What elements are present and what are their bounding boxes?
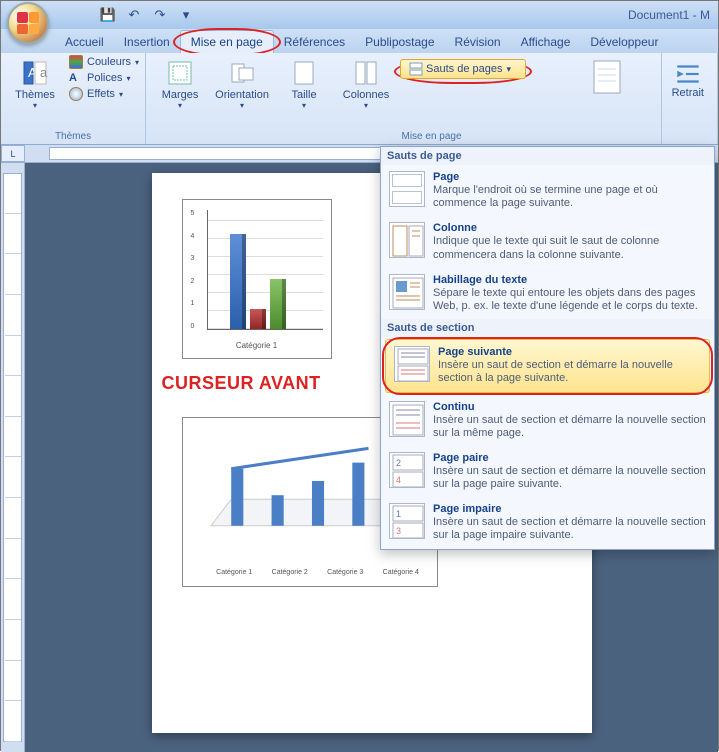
- fonts-icon: A: [69, 72, 83, 84]
- tab-publipostage[interactable]: Publipostage: [355, 31, 444, 53]
- effects-icon: [69, 87, 83, 101]
- continuous-icon: [389, 401, 425, 437]
- annotation-cursor: CURSEUR AVANT: [162, 373, 321, 394]
- chart1-yaxis: 543210: [191, 210, 195, 330]
- gallery-item-page[interactable]: PageMarque l'endroit où se termine une p…: [381, 165, 714, 216]
- themes-icon: Aa: [19, 59, 51, 87]
- save-icon[interactable]: 💾: [99, 6, 117, 24]
- gallery-item-odd-page[interactable]: 13 Page impaireInsère un saut de section…: [381, 497, 714, 548]
- orientation-button[interactable]: Orientation▾: [214, 55, 270, 110]
- column-break-icon: [389, 222, 425, 258]
- chevron-down-icon: ▾: [33, 101, 37, 110]
- group-retrait: Retrait: [661, 53, 714, 144]
- colors-icon: [69, 55, 83, 69]
- breaks-icon: [409, 62, 423, 76]
- size-button[interactable]: Taille▾: [276, 55, 332, 110]
- page-break-icon: [389, 171, 425, 207]
- tab-developpeur[interactable]: Développeur: [580, 31, 668, 53]
- svg-text:3: 3: [396, 526, 401, 536]
- tab-affichage[interactable]: Affichage: [511, 31, 581, 53]
- even-page-icon: 24: [389, 452, 425, 488]
- group-page-setup: Marges▾ Orientation▾ Taille▾ Colonnes▾ S…: [146, 53, 718, 144]
- orientation-icon: [226, 59, 258, 87]
- chart1-bar-3: [270, 279, 286, 329]
- titlebar: 💾 ↶ ↷ ▾ Document1 - M: [1, 1, 718, 29]
- breaks-gallery: Sauts de page PageMarque l'endroit où se…: [380, 146, 715, 550]
- gallery-item-text-wrap[interactable]: Habillage du texteSépare le texte qui en…: [381, 268, 714, 319]
- undo-icon[interactable]: ↶: [125, 6, 143, 24]
- svg-text:a: a: [40, 65, 48, 80]
- colors-button[interactable]: Couleurs ▾: [69, 55, 139, 69]
- fonts-button[interactable]: APolices ▾: [69, 72, 139, 84]
- chart1-plot: [207, 210, 323, 330]
- tab-mise-en-page[interactable]: Mise en page: [180, 30, 274, 53]
- size-icon: [288, 59, 320, 87]
- effects-button[interactable]: Effets ▾: [69, 87, 139, 101]
- gallery-item-even-page[interactable]: 24 Page paireInsère un saut de section e…: [381, 446, 714, 497]
- margins-icon: [164, 59, 196, 87]
- group-label-page-setup: Mise en page: [152, 129, 711, 144]
- ribbon: Aa Thèmes ▾ Couleurs ▾ APolices ▾ Effets…: [1, 53, 718, 145]
- ribbon-tabs: Accueil Insertion Mise en page Référence…: [1, 29, 718, 53]
- svg-text:4: 4: [396, 475, 401, 485]
- gallery-header-section-breaks: Sauts de section: [381, 319, 714, 337]
- breaks-button[interactable]: Sauts de pages: [400, 59, 526, 79]
- text-wrap-icon: [389, 274, 425, 310]
- retrait-label: Retrait: [672, 87, 704, 99]
- margins-button[interactable]: Marges▾: [152, 55, 208, 110]
- gallery-item-next-page[interactable]: Page suivanteInsère un saut de section e…: [385, 339, 710, 392]
- chart1-category: Catégorie 1: [183, 341, 331, 350]
- qat-more-icon[interactable]: ▾: [177, 6, 195, 24]
- group-label-themes: Thèmes: [7, 129, 139, 144]
- odd-page-icon: 13: [389, 503, 425, 539]
- group-themes: Aa Thèmes ▾ Couleurs ▾ APolices ▾ Effets…: [1, 53, 146, 144]
- office-button[interactable]: [7, 2, 49, 44]
- chart1-bar-2: [250, 309, 266, 329]
- vertical-ruler[interactable]: [1, 163, 25, 752]
- chart-bar[interactable]: 543210 Catégorie 1: [182, 199, 332, 359]
- columns-icon: [350, 59, 382, 87]
- watermark-icon[interactable]: [588, 57, 638, 97]
- columns-button[interactable]: Colonnes▾: [338, 55, 394, 110]
- gallery-item-continuous[interactable]: ContinuInsère un saut de section et déma…: [381, 395, 714, 446]
- document-title: Document1 - M: [195, 8, 718, 22]
- redo-icon[interactable]: ↷: [151, 6, 169, 24]
- svg-text:2: 2: [396, 458, 401, 468]
- chart2-xaxis: Catégorie 1 Catégorie 2 Catégorie 3 Caté…: [207, 569, 429, 576]
- tab-references[interactable]: Références: [274, 31, 355, 53]
- themes-label: Thèmes: [15, 89, 55, 101]
- svg-text:1: 1: [396, 509, 401, 519]
- gallery-header-page-breaks: Sauts de page: [381, 147, 714, 165]
- themes-button[interactable]: Aa Thèmes ▾: [7, 55, 63, 110]
- gallery-item-column[interactable]: ColonneIndique que le texte qui suit le …: [381, 216, 714, 267]
- chart1-bar-1: [230, 234, 246, 329]
- breaks-button-wrap: Sauts de pages: [400, 63, 526, 80]
- tab-revision[interactable]: Révision: [445, 31, 511, 53]
- tab-accueil[interactable]: Accueil: [55, 31, 114, 53]
- tab-insertion[interactable]: Insertion: [114, 31, 180, 53]
- tab-selector[interactable]: L: [1, 145, 25, 162]
- next-page-icon: [394, 346, 430, 382]
- indent-icon: [673, 61, 703, 87]
- quick-access-toolbar: 💾 ↶ ↷ ▾: [99, 6, 195, 24]
